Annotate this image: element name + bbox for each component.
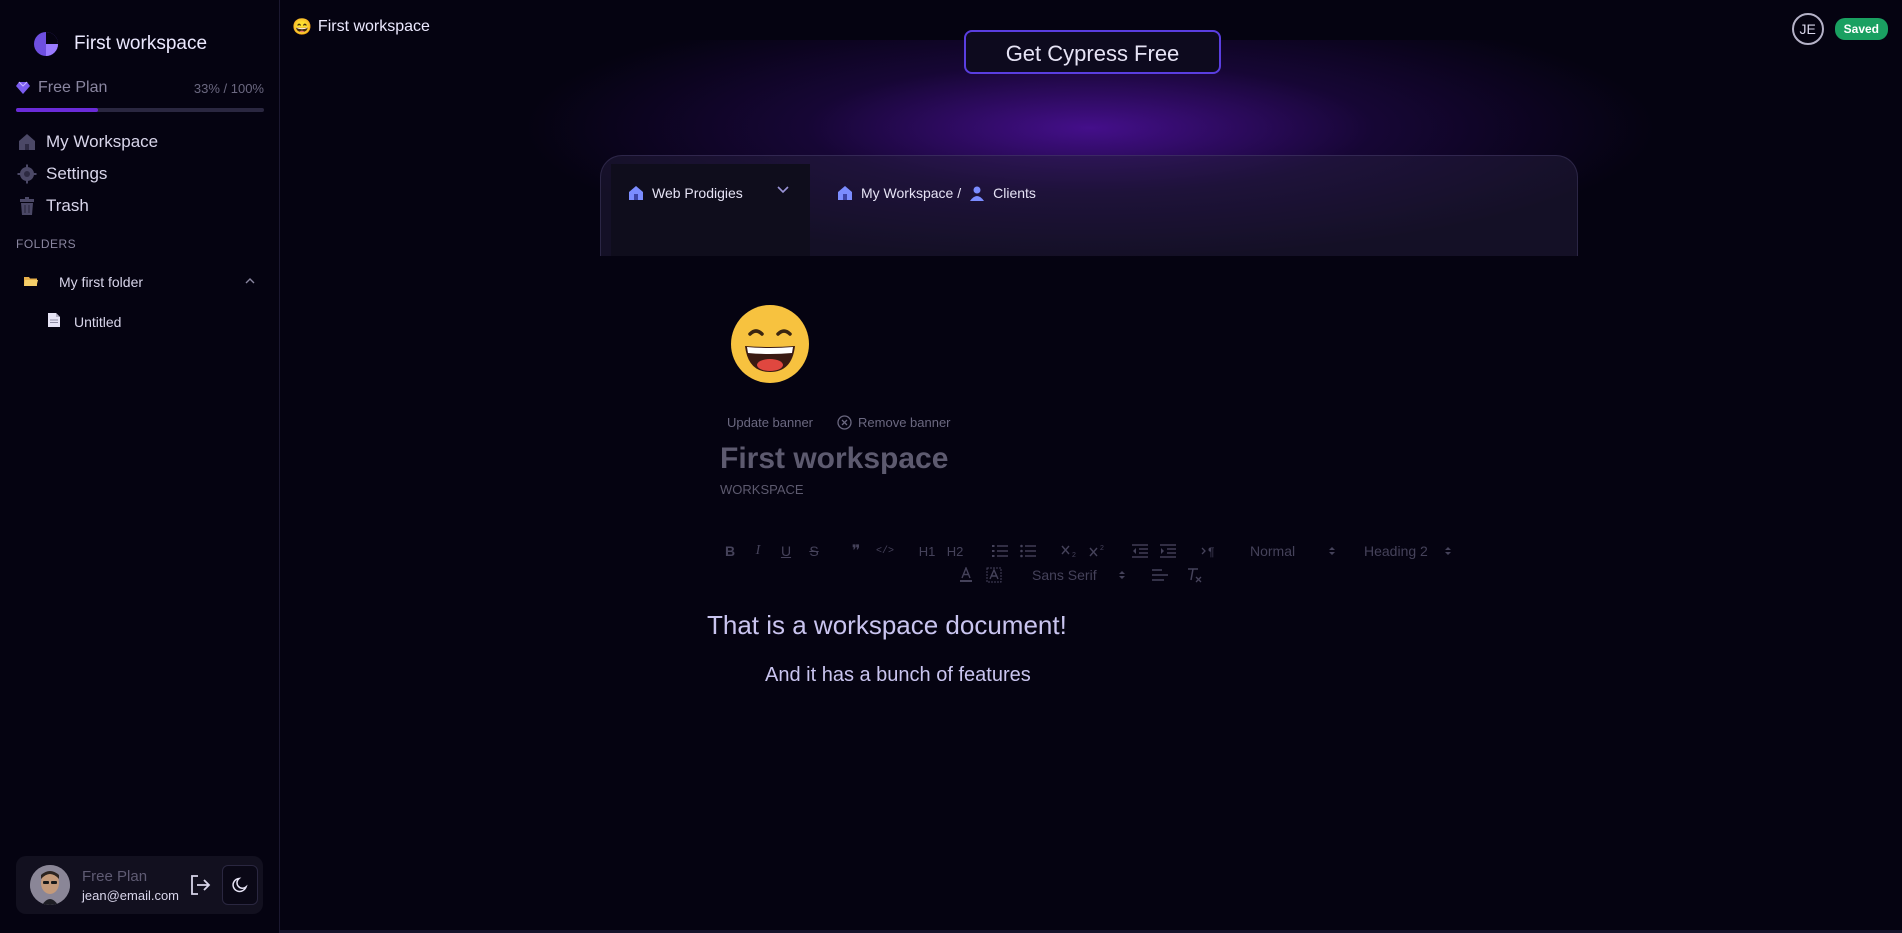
sidebar-nav: My Workspace Settings Trash [16, 126, 264, 222]
plan-progress-fill [16, 108, 98, 112]
page-title: First workspace [317, 18, 430, 35]
document-heading[interactable]: That is a workspace document! [707, 610, 1067, 641]
home-icon [838, 186, 852, 200]
select-arrows-icon [1119, 571, 1125, 579]
document-emoji-icon[interactable] [730, 304, 810, 384]
select-arrows-icon [1329, 547, 1335, 555]
size-select-value: Heading 2 [1364, 543, 1428, 559]
font-select-value: Sans Serif [1032, 567, 1097, 583]
italic-button[interactable]: I [748, 541, 768, 561]
preview-workspace-name: Web Prodigies [652, 185, 743, 201]
outdent-icon[interactable] [1130, 541, 1150, 561]
header-select-value: Normal [1250, 543, 1296, 559]
workspace-emoji: 😄 [292, 19, 312, 36]
heading-1-button[interactable]: H1 [916, 541, 938, 561]
file-item[interactable]: Untitled [48, 310, 121, 334]
remove-banner-label: Remove banner [858, 415, 951, 430]
get-cypress-button[interactable]: Get Cypress Free [964, 30, 1221, 74]
svg-text:¶: ¶ [1208, 545, 1214, 558]
home-icon [16, 131, 38, 153]
file-label: Untitled [74, 314, 122, 330]
indent-icon[interactable] [1158, 541, 1178, 561]
topbar-right: JE Saved [1791, 13, 1888, 45]
preview-crumb-root: My Workspace / [861, 185, 962, 201]
sidebar-item-settings[interactable]: Settings [16, 158, 264, 190]
blockquote-button[interactable]: ❞ [846, 541, 866, 561]
breadcrumb: 😄 First workspace [292, 17, 430, 37]
banner-app-preview: Web Prodigies My Workspace / Clients [600, 155, 1578, 256]
text-direction-icon[interactable]: ¶ [1200, 541, 1220, 561]
remove-banner-button[interactable]: Remove banner [837, 415, 951, 430]
user-icon [970, 186, 985, 201]
text-color-icon[interactable] [956, 565, 976, 585]
user-email: jean@email.com [82, 887, 180, 903]
home-icon [629, 186, 643, 200]
sidebar: First workspace Free Plan 33% / 100% My … [0, 0, 280, 933]
theme-toggle-button[interactable] [222, 865, 258, 905]
status-badge: Saved [1834, 18, 1888, 40]
underline-button[interactable]: U [776, 541, 796, 561]
folder-label: My first folder [59, 274, 144, 290]
size-select[interactable]: Heading 2 [1364, 541, 1452, 561]
sidebar-item-label: Trash [46, 196, 89, 215]
plan-progress-bar [16, 108, 264, 112]
plan-usage: Free Plan 33% / 100% [16, 79, 264, 97]
superscript-icon[interactable]: 2 [1088, 541, 1108, 561]
select-arrows-icon [1445, 547, 1451, 555]
user-plan: Free Plan [82, 867, 148, 885]
strike-button[interactable]: S [804, 541, 824, 561]
user-card: Free Plan jean@email.com [16, 856, 263, 914]
svg-text:2: 2 [1072, 552, 1076, 558]
folder-icon [16, 275, 44, 290]
bold-button[interactable]: B [720, 541, 740, 561]
preview-sidebar [611, 164, 810, 256]
background-color-icon[interactable] [984, 565, 1004, 585]
logout-icon [191, 875, 211, 895]
sidebar-item-label: Settings [46, 164, 108, 183]
chevron-down-icon [776, 183, 790, 198]
bullet-list-icon[interactable] [1018, 541, 1038, 561]
code-block-button[interactable]: </> [874, 541, 896, 561]
get-cypress-label: Get Cypress Free [1005, 41, 1180, 66]
collaborator-avatar[interactable]: JE [1791, 13, 1824, 45]
sidebar-item-trash[interactable]: Trash [16, 190, 264, 222]
preview-breadcrumb: My Workspace / Clients [837, 185, 1036, 201]
workspace-header[interactable]: First workspace [32, 30, 207, 58]
update-banner-button[interactable]: Update banner [727, 415, 813, 430]
moon-icon [232, 877, 248, 893]
heading-2-button[interactable]: H2 [944, 541, 966, 561]
banner-actions: Update banner Remove banner [727, 415, 951, 430]
preview-workspace: Web Prodigies [628, 185, 743, 201]
logout-button[interactable] [187, 872, 213, 898]
svg-text:2: 2 [1100, 545, 1104, 552]
align-icon[interactable] [1150, 565, 1170, 585]
clear-format-icon[interactable] [1184, 565, 1204, 585]
font-select[interactable]: Sans Serif [1032, 565, 1126, 585]
chevron-up-icon[interactable] [244, 275, 264, 290]
gear-icon [16, 163, 38, 185]
plan-usage-text: 33% / 100% [193, 80, 264, 96]
folders-heading: FOLDERS [16, 237, 77, 251]
avatar[interactable] [30, 865, 70, 905]
folder-item[interactable]: My first folder [16, 270, 264, 294]
preview-crumb-page: Clients [993, 185, 1036, 201]
diamond-icon [16, 81, 30, 94]
ordered-list-icon[interactable] [990, 541, 1010, 561]
app-root: First workspace Free Plan 33% / 100% My … [0, 0, 1902, 933]
trash-icon [16, 195, 38, 217]
sidebar-item-label: My Workspace [46, 132, 159, 151]
document-paragraph[interactable]: And it has a bunch of features [765, 664, 1031, 687]
sidebar-item-my-workspace[interactable]: My Workspace [16, 126, 264, 158]
document-type: WORKSPACE [720, 482, 804, 497]
file-icon [48, 312, 60, 332]
subscript-icon[interactable]: 2 [1060, 541, 1080, 561]
plan-label: Free Plan [38, 79, 108, 96]
workspace-logo-icon [34, 32, 58, 56]
document-title[interactable]: First workspace [720, 442, 948, 476]
workspace-name: First workspace [74, 33, 208, 54]
header-select[interactable]: Normal [1250, 541, 1336, 561]
close-circle-icon [837, 415, 852, 430]
